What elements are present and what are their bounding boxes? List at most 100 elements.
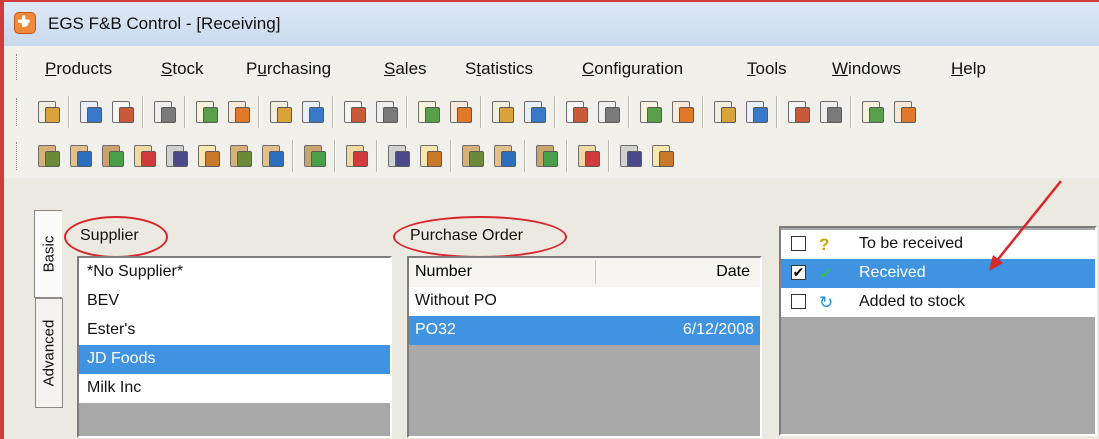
annotation-arrow	[989, 180, 1062, 271]
table-row[interactable]: Without PO	[409, 287, 760, 316]
annotation-ellipse-supplier	[64, 216, 168, 258]
calculator-icon[interactable]	[446, 98, 474, 126]
stock-out-icon[interactable]	[130, 142, 158, 170]
stock-icon[interactable]	[784, 98, 812, 126]
supplier-list-item[interactable]: Milk Inc	[79, 374, 390, 403]
supplier-list-item[interactable]: Ester's	[79, 316, 390, 345]
box-icon[interactable]	[266, 98, 294, 126]
report-icon[interactable]	[668, 98, 696, 126]
transfer-icon[interactable]	[816, 98, 844, 126]
stock-in-icon[interactable]	[98, 142, 126, 170]
stock-out-icon[interactable]	[416, 142, 444, 170]
toolbar-separator	[554, 96, 556, 128]
tab-advanced[interactable]: Advanced	[35, 298, 63, 408]
settings-icon[interactable]	[890, 98, 918, 126]
print-preview-icon[interactable]	[414, 98, 442, 126]
pen-icon[interactable]	[194, 142, 222, 170]
toolbar-separator	[292, 140, 294, 172]
annotation-ellipse-purchase-order	[393, 216, 567, 258]
column-header-number[interactable]: Number	[415, 263, 472, 281]
menu-configuration[interactable]: Configuration	[582, 59, 683, 79]
table-row-selected[interactable]: PO32 6/12/2008	[409, 316, 760, 345]
help-icon[interactable]	[226, 142, 254, 170]
toolbar-separator	[776, 96, 778, 128]
report-icon[interactable]	[372, 98, 400, 126]
toolbar-primary	[4, 90, 1099, 135]
column-header-date[interactable]: Date	[716, 263, 750, 281]
menu-windows[interactable]: Windows	[832, 59, 901, 79]
receiving-form: Basic Advanced Supplier *No Supplier* BE…	[4, 178, 1099, 439]
toolbar-separator	[480, 96, 482, 128]
toolbar-separator	[628, 96, 630, 128]
supplier-list[interactable]: *No Supplier* BEV Ester's JD Foods Milk …	[77, 256, 392, 438]
table-header: Number Date	[409, 258, 760, 288]
product-doc-icon[interactable]	[34, 98, 62, 126]
toolbar-separator	[450, 140, 452, 172]
toolbar-separator	[184, 96, 186, 128]
status-item-added-to-stock[interactable]: ↻ Added to stock	[781, 288, 1095, 317]
help-icon[interactable]	[532, 142, 560, 170]
stock-in-icon[interactable]	[384, 142, 412, 170]
status-checkbox[interactable]	[791, 236, 806, 251]
product-doc-icon[interactable]	[636, 98, 664, 126]
toolbar-grip	[16, 98, 20, 126]
refresh-arrow-icon: ↻	[819, 293, 834, 312]
transfer-icon[interactable]	[224, 98, 252, 126]
checkmark-icon: ✓	[819, 264, 834, 283]
settings-icon[interactable]	[594, 98, 622, 126]
product-doc-icon[interactable]	[340, 98, 368, 126]
calculator-icon[interactable]	[742, 98, 770, 126]
toolbar-separator	[406, 96, 408, 128]
question-icon: ?	[819, 235, 830, 254]
toolbar-separator	[258, 96, 260, 128]
menu-products[interactable]: Products	[45, 59, 112, 79]
app-window: EGS F&B Control - [Receiving] Products S…	[0, 0, 1099, 439]
receive-box-icon[interactable]	[616, 142, 644, 170]
exit-icon[interactable]	[258, 142, 286, 170]
menu-statistics[interactable]: Statistics	[465, 59, 533, 79]
toolbar-separator	[376, 140, 378, 172]
package-icon[interactable]	[648, 142, 676, 170]
status-checkbox[interactable]	[791, 294, 806, 309]
wizard-icon[interactable]	[458, 142, 486, 170]
pen-icon[interactable]	[490, 142, 518, 170]
receive-box-icon[interactable]	[300, 142, 328, 170]
app-logo-icon[interactable]	[14, 12, 36, 34]
package-icon[interactable]	[66, 142, 94, 170]
status-checkbox[interactable]: ✔	[791, 265, 806, 280]
receive-box-icon[interactable]	[34, 142, 62, 170]
calculator-icon[interactable]	[150, 98, 178, 126]
wizard-icon[interactable]	[162, 142, 190, 170]
column-divider[interactable]	[595, 260, 596, 284]
toolbar-separator	[566, 140, 568, 172]
toolbar-separator	[524, 140, 526, 172]
tab-basic[interactable]: Basic	[34, 210, 62, 298]
box-icon[interactable]	[858, 98, 886, 126]
stock-icon[interactable]	[488, 98, 516, 126]
box-icon[interactable]	[562, 98, 590, 126]
supplier-list-item-selected[interactable]: JD Foods	[79, 345, 390, 374]
toolbar-separator	[334, 140, 336, 172]
menu-grip	[16, 54, 20, 80]
toolbar-secondary	[4, 134, 1099, 179]
menu-bar: Products Stock Purchasing Sales Statisti…	[4, 46, 1099, 91]
settings-icon[interactable]	[298, 98, 326, 126]
transfer-icon[interactable]	[520, 98, 548, 126]
report-icon[interactable]	[76, 98, 104, 126]
print-preview-icon[interactable]	[108, 98, 136, 126]
menu-sales[interactable]: Sales	[384, 59, 427, 79]
supplier-list-item[interactable]: BEV	[79, 287, 390, 316]
window-title: EGS F&B Control - [Receiving]	[48, 14, 281, 33]
menu-purchasing[interactable]: Purchasing	[246, 59, 331, 79]
supplier-list-item[interactable]: *No Supplier*	[79, 258, 390, 287]
toolbar-separator	[68, 96, 70, 128]
purchase-order-table[interactable]: Number Date Without PO PO32 6/12/2008	[407, 256, 762, 438]
menu-tools[interactable]: Tools	[747, 59, 787, 79]
menu-help[interactable]: Help	[951, 59, 986, 79]
menu-stock[interactable]: Stock	[161, 59, 204, 79]
toolbar-grip	[16, 142, 20, 170]
print-preview-icon[interactable]	[710, 98, 738, 126]
exit-icon[interactable]	[574, 142, 602, 170]
stock-icon[interactable]	[192, 98, 220, 126]
package-icon[interactable]	[342, 142, 370, 170]
